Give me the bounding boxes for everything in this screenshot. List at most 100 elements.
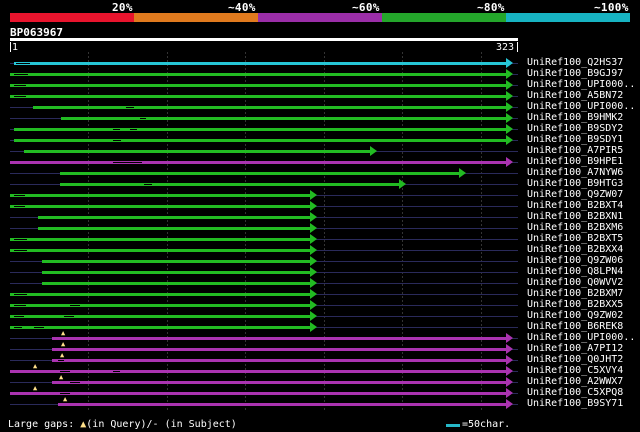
alignment-bar[interactable] xyxy=(61,117,507,120)
alignment-bar[interactable] xyxy=(10,392,507,395)
arrow-head-icon xyxy=(506,355,513,365)
alignment-bar[interactable] xyxy=(14,62,507,65)
subject-gap xyxy=(14,239,27,240)
hit-label[interactable]: UniRef100_B9HTG3 xyxy=(527,178,623,189)
arrow-head-icon xyxy=(506,135,513,145)
arrow-head-icon xyxy=(506,399,513,409)
hit-label[interactable]: UniRef100_Q8LPN4 xyxy=(527,266,623,277)
alignment-bar[interactable] xyxy=(52,337,507,340)
hit-label[interactable]: UniRef100_Q9ZW02 xyxy=(527,310,623,321)
identity-bar-orange xyxy=(134,13,258,22)
query-gap-icon: ▲ xyxy=(61,329,66,337)
alignment-bar[interactable] xyxy=(10,161,507,164)
hit-label[interactable]: UniRef100_C5XVY4 xyxy=(527,365,623,376)
arrow-head-icon xyxy=(506,377,513,387)
arrow-head-icon xyxy=(506,388,513,398)
alignment-bar[interactable] xyxy=(10,370,507,373)
arrow-head-icon xyxy=(370,146,377,156)
alignment-bar[interactable] xyxy=(10,304,311,307)
arrow-head-icon xyxy=(506,344,513,354)
hit-label[interactable]: UniRef100_UPI000.. xyxy=(527,79,635,90)
hit-label[interactable]: UniRef100_C5XPQ8 xyxy=(527,387,623,398)
subject-gap xyxy=(126,107,134,108)
hit-label[interactable]: UniRef100_UPI000.. xyxy=(527,101,635,112)
hit-label[interactable]: UniRef100_A5BN72 xyxy=(527,90,623,101)
arrow-head-icon xyxy=(399,179,406,189)
hit-label[interactable]: UniRef100_B9HPE1 xyxy=(527,156,623,167)
hit-label[interactable]: UniRef100_B2BXX4 xyxy=(527,244,623,255)
hit-label[interactable]: UniRef100_Q2HS37 xyxy=(527,57,623,68)
hit-label[interactable]: UniRef100_B2BXX5 xyxy=(527,299,623,310)
hit-label[interactable]: UniRef100_Q0JHT2 xyxy=(527,354,623,365)
alignment-bar[interactable] xyxy=(10,84,507,87)
arrow-head-icon xyxy=(310,289,317,299)
query-gap-icon: ▲ xyxy=(63,395,68,403)
alignment-bar[interactable] xyxy=(10,95,507,98)
subject-gap xyxy=(60,393,70,394)
hit-label[interactable]: UniRef100_B2BXN1 xyxy=(527,211,623,222)
alignment-bar[interactable] xyxy=(24,150,371,153)
hit-label[interactable]: UniRef100_B2BXM6 xyxy=(527,222,623,233)
alignment-bar[interactable] xyxy=(10,326,311,329)
hit-label[interactable]: UniRef100_A7NYW6 xyxy=(527,167,623,178)
alignment-bar[interactable] xyxy=(52,359,507,362)
alignment-bar[interactable] xyxy=(10,194,311,197)
alignment-bar[interactable] xyxy=(42,271,311,274)
arrow-head-icon xyxy=(310,267,317,277)
alignment-bar[interactable] xyxy=(60,183,400,186)
alignment-bar[interactable] xyxy=(38,227,311,230)
hit-label[interactable]: UniRef100_B9SDY1 xyxy=(527,134,623,145)
subject-gap xyxy=(14,206,25,207)
hit-label[interactable]: UniRef100_B9SDY2 xyxy=(527,123,623,134)
hit-label[interactable]: UniRef100_UPI000.. xyxy=(527,332,635,343)
hit-label[interactable]: UniRef100_A7PIR5 xyxy=(527,145,623,156)
hit-row[interactable]: ▲ UniRef100_B9SY71 xyxy=(0,395,640,410)
ruler-tick-start xyxy=(10,42,11,52)
blast-overview: 20% ~40% ~60% ~80% ~100% BP063967 1 323 … xyxy=(0,0,640,432)
alignment-bar[interactable] xyxy=(10,238,311,241)
subject-gap xyxy=(64,316,74,317)
in-subject-text: (in Subject) xyxy=(158,419,237,430)
subject-gap xyxy=(113,129,120,130)
arrow-head-icon xyxy=(310,256,317,266)
alignment-bar[interactable] xyxy=(10,205,311,208)
hit-label[interactable]: UniRef100_B9GJ97 xyxy=(527,68,623,79)
alignment-bar[interactable] xyxy=(14,128,507,131)
alignment-bar[interactable] xyxy=(52,381,507,384)
subject-gap xyxy=(14,85,26,86)
alignment-bar[interactable] xyxy=(10,249,311,252)
arrow-head-icon xyxy=(506,91,513,101)
alignment-bar[interactable] xyxy=(52,348,507,351)
subject-gap xyxy=(14,316,24,317)
hit-label[interactable]: UniRef100_B9HMK2 xyxy=(527,112,623,123)
alignment-bar[interactable] xyxy=(38,216,311,219)
gaps-legend-text: Large gaps: xyxy=(8,419,81,430)
alignment-bar[interactable] xyxy=(42,282,311,285)
subject-gap xyxy=(34,327,44,328)
hit-label[interactable]: UniRef100_A7PI12 xyxy=(527,343,623,354)
hit-label[interactable]: UniRef100_B2BXT5 xyxy=(527,233,623,244)
arrow-head-icon xyxy=(310,278,317,288)
hit-label[interactable]: UniRef100_B6REK8 xyxy=(527,321,623,332)
identity-bar-purple xyxy=(258,13,382,22)
subject-gap xyxy=(14,74,28,75)
query-gap-icon: ▲ xyxy=(59,373,64,381)
alignment-bar[interactable] xyxy=(42,260,311,263)
hit-label[interactable]: UniRef100_A2WWX7 xyxy=(527,376,623,387)
hit-label[interactable]: UniRef100_Q9ZW06 xyxy=(527,255,623,266)
arrow-head-icon xyxy=(506,157,513,167)
hit-label[interactable]: UniRef100_Q0WVV2 xyxy=(527,277,623,288)
alignment-bar[interactable] xyxy=(33,106,507,109)
hit-label[interactable]: UniRef100_B2BXM7 xyxy=(527,288,623,299)
alignment-bar[interactable] xyxy=(58,403,507,406)
hit-label[interactable]: UniRef100_Q9ZW07 xyxy=(527,189,623,200)
subject-gap xyxy=(70,382,80,383)
hit-label[interactable]: UniRef100_B9SY71 xyxy=(527,398,623,409)
hit-label[interactable]: UniRef100_B2BXT4 xyxy=(527,200,623,211)
alignment-bar[interactable] xyxy=(10,315,311,318)
alignment-bar[interactable] xyxy=(10,293,311,296)
alignment-bar[interactable] xyxy=(60,172,460,175)
alignment-bar[interactable] xyxy=(10,73,507,76)
alignment-bar[interactable] xyxy=(14,139,507,142)
subject-gap xyxy=(113,371,120,372)
